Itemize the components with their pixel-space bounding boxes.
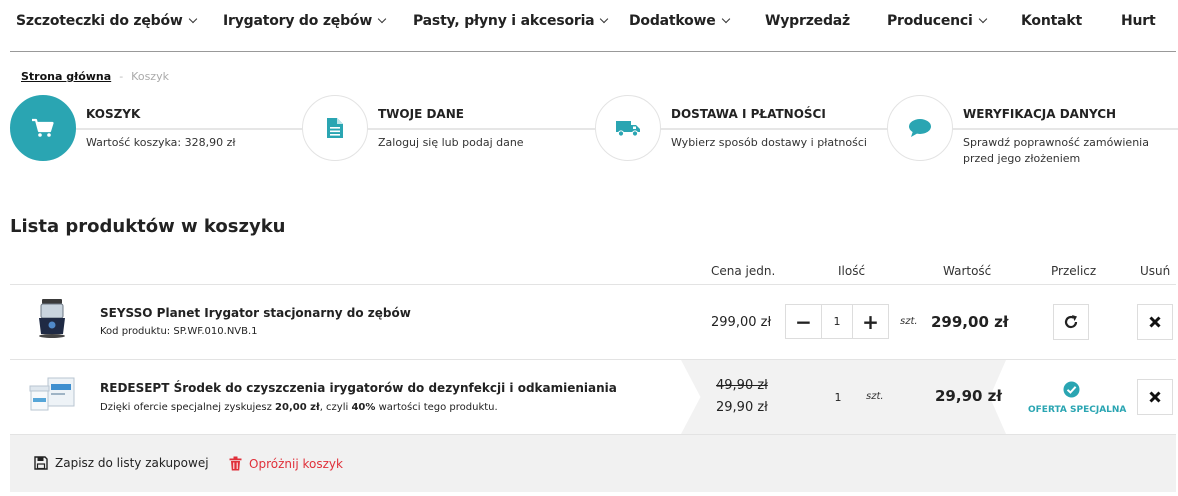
breadcrumb: Strona główna - Koszyk: [21, 70, 169, 83]
product-name[interactable]: SEYSSO Planet Irygator stacjonarny do zę…: [100, 306, 411, 320]
step-delivery-circle: [595, 95, 661, 161]
breadcrumb-current: Koszyk: [131, 70, 169, 83]
nav-item-toothbrushes[interactable]: Szczoteczki do zębów: [16, 13, 197, 29]
nav-item-irrigators[interactable]: Irygatory do zębów: [223, 13, 387, 29]
remove-item-button[interactable]: [1137, 304, 1173, 340]
nav-item-label: Dodatkowe: [629, 13, 716, 29]
step-verify-title: WERYFIKACJA DANYCH: [963, 107, 1117, 121]
product-image[interactable]: [32, 296, 72, 344]
nav-item-label: Irygatory do zębów: [223, 13, 373, 29]
nav-item-label: Kontakt: [1021, 13, 1082, 29]
recalculate-button[interactable]: [1053, 304, 1089, 340]
top-navigation: Szczoteczki do zębów Irygatory do zębów …: [0, 0, 1178, 52]
savings-amount: 20,00 zł: [275, 402, 320, 413]
truck-icon: [616, 121, 640, 137]
old-price: 49,90 zł: [716, 378, 768, 393]
chevron-down-icon: [600, 14, 609, 24]
irrigator-product-image: [39, 299, 65, 338]
nav-item-wholesale[interactable]: Hurt: [1121, 13, 1156, 29]
quantity-unit: szt.: [900, 316, 918, 327]
savings-text: , czyli: [319, 402, 352, 413]
step-cart-desc: Wartość koszyka: 328,90 zł: [86, 136, 236, 149]
nav-item-contact[interactable]: Kontakt: [1021, 13, 1082, 29]
special-offer-savings: Dzięki ofercie specjalnej zyskujesz 20,0…: [100, 402, 498, 413]
step-data-desc: Zaloguj się lub podaj dane: [378, 136, 524, 149]
chevron-down-icon: [377, 14, 387, 24]
step-delivery-desc: Wybierz sposób dostawy i płatności: [671, 136, 867, 149]
chevron-down-icon: [188, 14, 197, 24]
unit-price: 29,90 zł: [716, 400, 768, 415]
chevron-down-icon: [978, 14, 987, 24]
chevron-down-icon: [721, 14, 730, 24]
step-verify-circle: [887, 95, 953, 161]
step-data-circle: [302, 95, 368, 161]
clear-cart-button[interactable]: Opróżnij koszyk: [229, 456, 343, 471]
quantity-stepper: − 1 +: [785, 304, 889, 339]
nav-item-sale[interactable]: Wyprzedaż: [765, 13, 850, 29]
quantity-input[interactable]: 1: [821, 305, 853, 338]
chat-bubble-icon: [909, 119, 931, 137]
product-image[interactable]: [28, 376, 76, 416]
cart-list-title: Lista produktów w koszyku: [10, 216, 286, 237]
product-code: Kod produktu: SP.WF.010.NVB.1: [100, 326, 258, 337]
step-cart-circle: [10, 95, 76, 161]
clear-cart-label: Opróżnij koszyk: [249, 456, 343, 471]
special-offer-badge: OFERTA SPECJALNA: [1028, 381, 1127, 415]
qty-minus-button[interactable]: −: [786, 305, 821, 338]
qty-plus-button[interactable]: +: [853, 305, 888, 338]
quantity-unit: szt.: [866, 391, 884, 402]
nav-item-label: Hurt: [1121, 13, 1156, 29]
cleaner-product-image: [29, 377, 75, 411]
product-name[interactable]: REDESEPT Środek do czyszczenia irygatoró…: [100, 381, 617, 395]
savings-percent: 40%: [351, 402, 376, 413]
close-icon: [1149, 391, 1161, 403]
savings-text: Dzięki ofercie specjalnej zyskujesz: [100, 402, 276, 413]
nav-item-additional[interactable]: Dodatkowe: [629, 13, 730, 29]
header-value: Wartość: [943, 264, 992, 278]
floppy-disk-icon: [34, 456, 48, 470]
header-recalc: Przelicz: [1051, 264, 1097, 278]
header-unit-price: Cena jedn.: [711, 264, 776, 278]
trash-icon: [229, 456, 242, 471]
breadcrumb-home-link[interactable]: Strona główna: [21, 70, 111, 83]
nav-item-label: Pasty, płyny i akcesoria: [413, 13, 595, 29]
check-circle-icon: [1063, 381, 1079, 398]
remove-item-button[interactable]: [1137, 379, 1173, 415]
quantity-value: 1: [834, 391, 842, 404]
line-value: 29,90 zł: [935, 387, 1002, 405]
savings-text: wartości tego produktu.: [375, 402, 498, 413]
refresh-icon: [1064, 315, 1078, 329]
nav-item-label: Wyprzedaż: [765, 13, 850, 29]
table-divider: [10, 284, 1176, 285]
step-verify-desc: Sprawdź poprawność zamówienia przed jego…: [963, 136, 1149, 165]
header-remove: Usuń: [1140, 264, 1171, 278]
close-icon: [1149, 316, 1161, 328]
nav-item-label: Producenci: [887, 13, 973, 29]
line-value: 299,00 zł: [931, 313, 1009, 331]
nav-item-pastes[interactable]: Pasty, płyny i akcesoria: [413, 13, 609, 29]
unit-price: 299,00 zł: [711, 315, 772, 330]
special-offer-label: OFERTA SPECJALNA: [1028, 405, 1127, 415]
header-quantity: Ilość: [838, 264, 866, 278]
step-data-title: TWOJE DANE: [378, 107, 464, 121]
save-to-list-button[interactable]: Zapisz do listy zakupowej: [34, 456, 209, 470]
save-to-list-label: Zapisz do listy zakupowej: [55, 456, 209, 470]
nav-item-producers[interactable]: Producenci: [887, 13, 987, 29]
nav-item-label: Szczoteczki do zębów: [16, 13, 183, 29]
nav-divider: [10, 51, 1176, 52]
breadcrumb-separator: -: [119, 70, 124, 83]
table-divider: [10, 359, 1176, 360]
step-cart-title: KOSZYK: [86, 107, 141, 121]
step-delivery-title: DOSTAWA I PŁATNOŚCI: [671, 107, 826, 121]
cart-icon: [32, 118, 54, 137]
document-icon: [327, 118, 343, 138]
